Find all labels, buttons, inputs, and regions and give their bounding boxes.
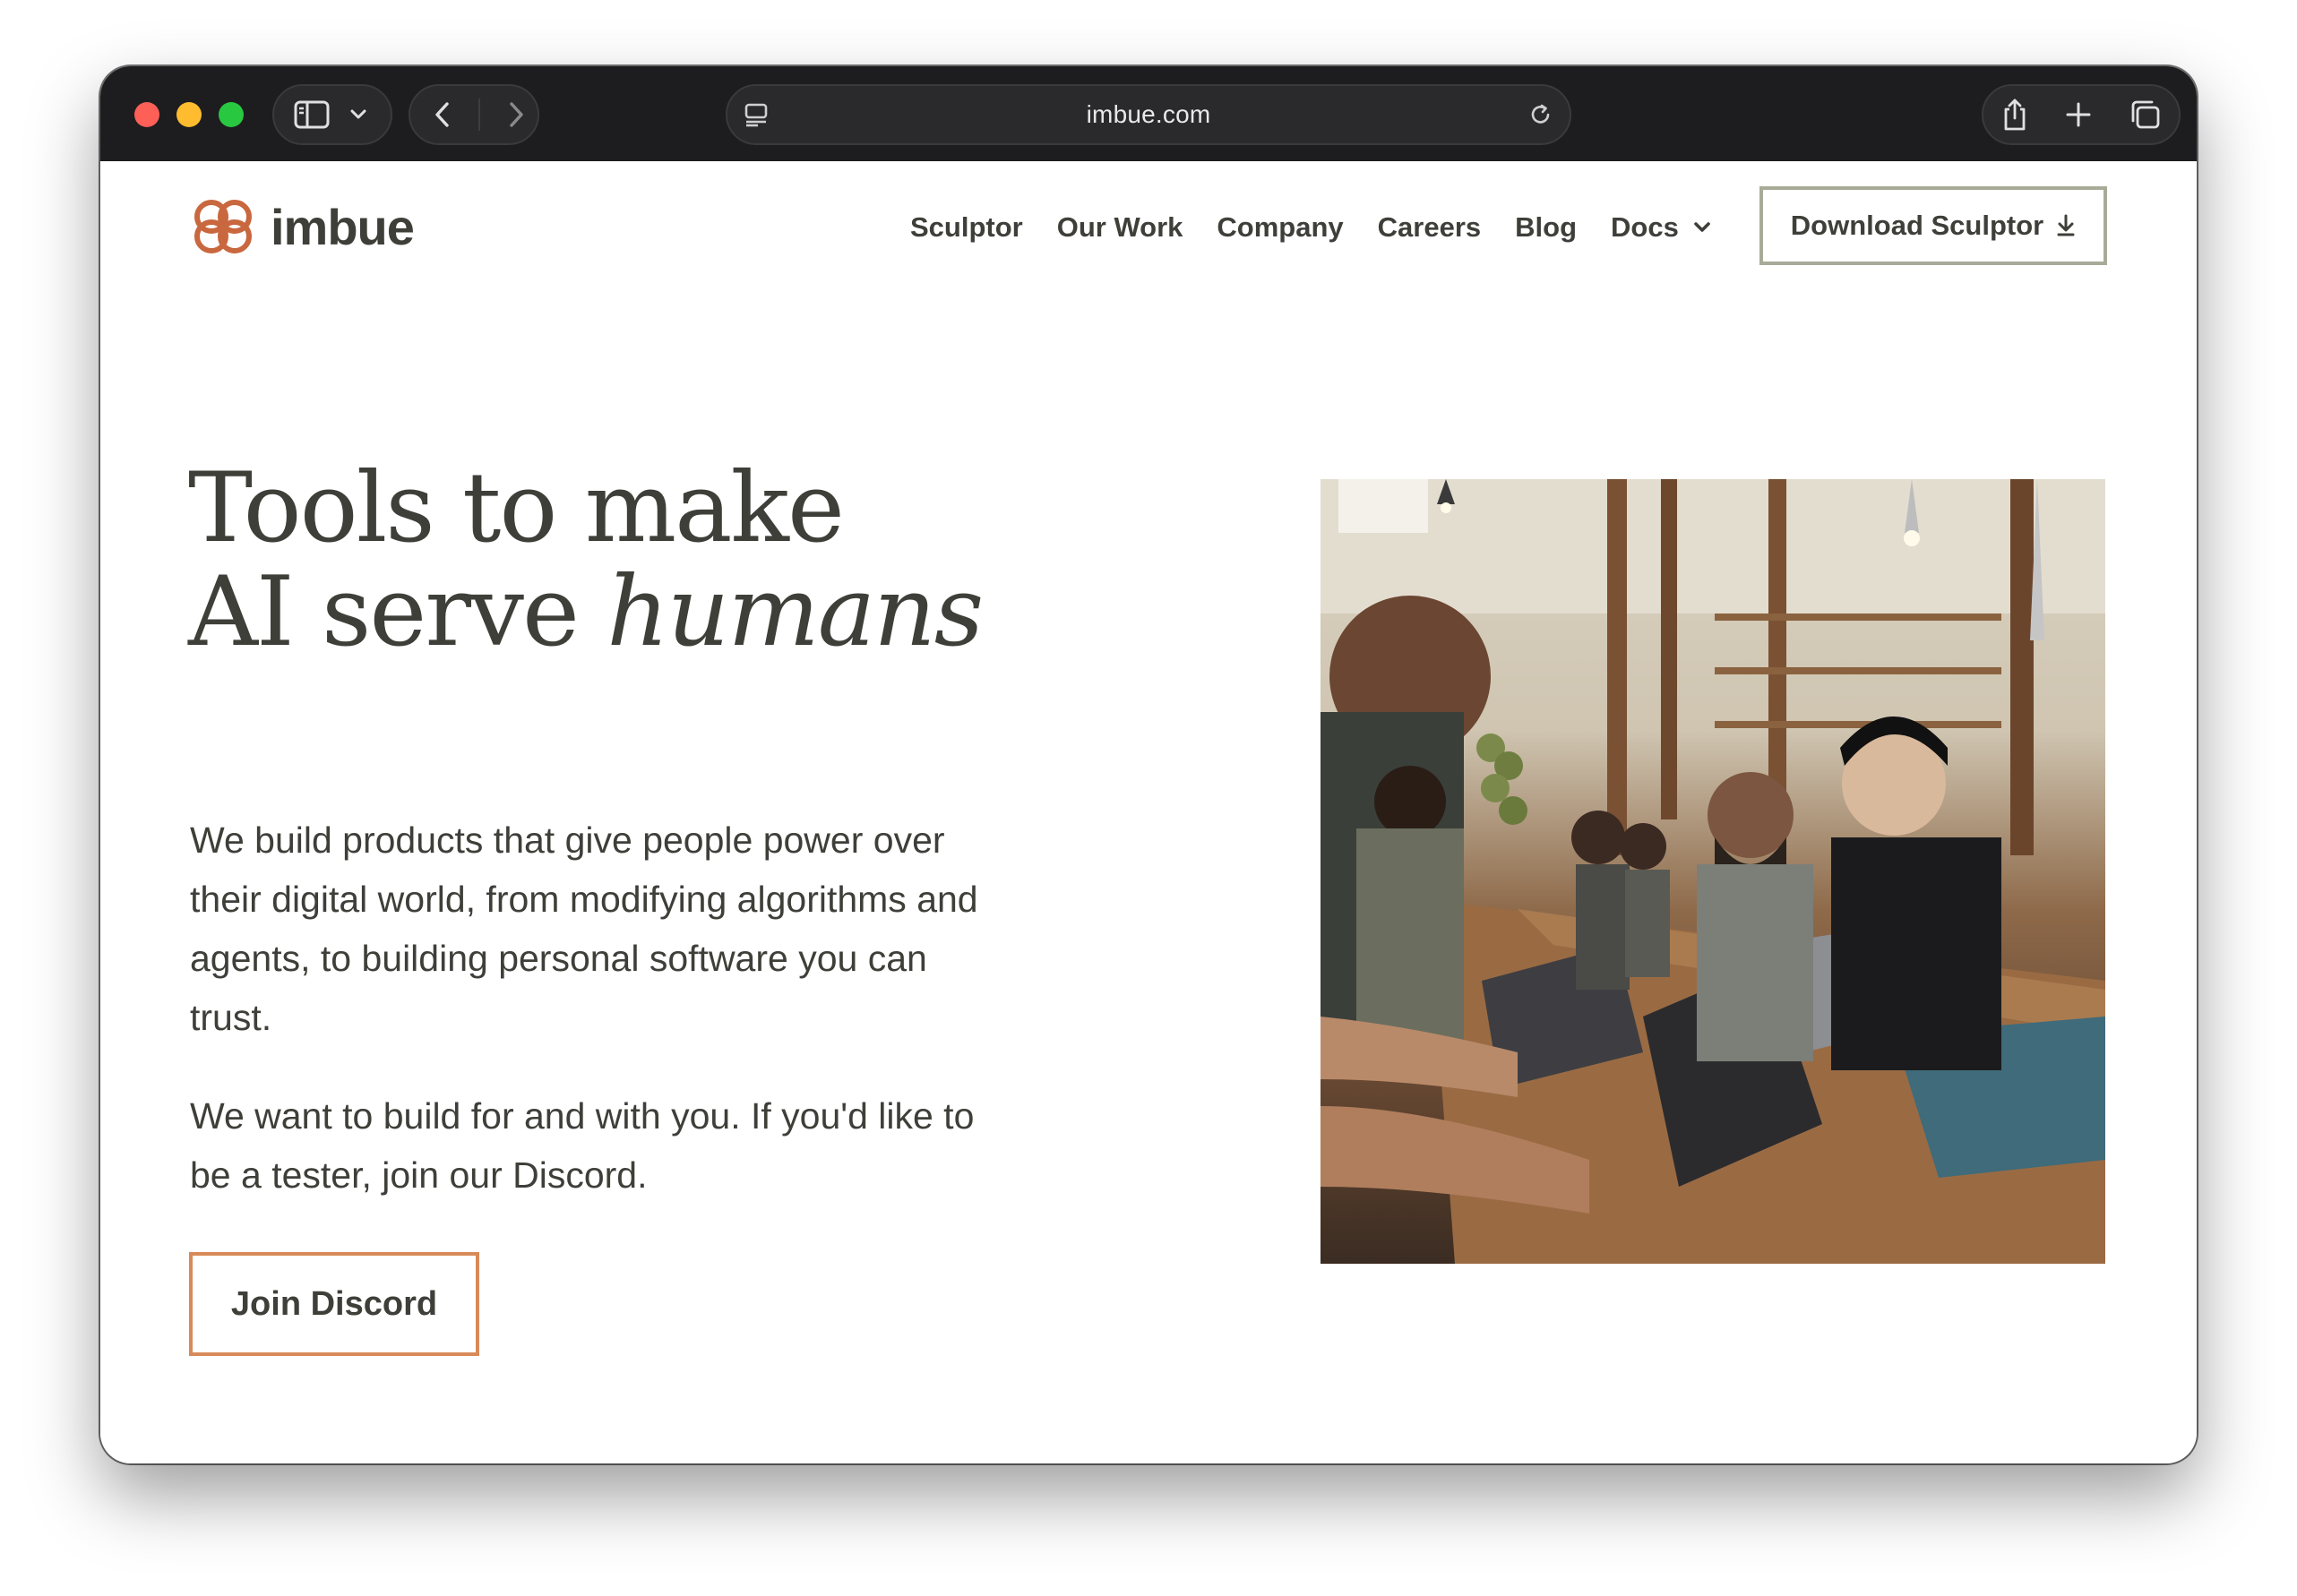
hero-paragraph-2: We want to build for and with you. If yo… xyxy=(190,1095,975,1196)
hero-title: Tools to make AI serve humans xyxy=(188,457,984,668)
join-discord-label: Join Discord xyxy=(230,1284,438,1323)
nav-divider xyxy=(478,99,480,131)
site-info-icon[interactable] xyxy=(744,102,769,127)
download-icon xyxy=(2057,214,2075,236)
address-bar[interactable]: imbue.com xyxy=(726,84,1571,145)
team-photo xyxy=(1321,479,2105,1264)
nav-link-docs[interactable]: Docs xyxy=(1611,211,1711,244)
zoom-window-button[interactable] xyxy=(219,102,244,127)
window-controls xyxy=(134,102,244,127)
brand-name: imbue xyxy=(271,198,415,255)
nav-link-blog[interactable]: Blog xyxy=(1515,211,1577,244)
nav-link-company[interactable]: Company xyxy=(1217,211,1343,244)
chevron-down-icon xyxy=(1694,222,1710,232)
history-nav-group xyxy=(409,84,539,145)
forward-arrow-icon[interactable] xyxy=(507,101,525,128)
hero-title-line2-italic: humans xyxy=(607,556,984,668)
sidebar-toggle-group xyxy=(272,84,392,145)
hero-title-line2-plain: AI serve xyxy=(188,556,607,668)
tab-overview-icon[interactable] xyxy=(2129,99,2161,130)
web-page: imbue Sculptor Our Work Company Careers … xyxy=(100,161,2197,1463)
main-nav: Sculptor Our Work Company Careers Blog D… xyxy=(910,211,1711,244)
sidebar-icon[interactable] xyxy=(294,100,330,129)
hero-title-line1: Tools to make xyxy=(188,452,845,564)
toolbar-actions xyxy=(1982,84,2181,145)
hero-paragraph-1: We build products that give people power… xyxy=(190,819,978,1038)
chevron-down-icon[interactable] xyxy=(349,108,367,121)
join-discord-button[interactable]: Join Discord xyxy=(189,1252,479,1356)
minimize-window-button[interactable] xyxy=(176,102,202,127)
share-icon[interactable] xyxy=(2001,98,2028,132)
browser-toolbar: imbue.com xyxy=(100,66,2197,161)
back-arrow-icon[interactable] xyxy=(434,101,452,128)
nav-link-sculptor[interactable]: Sculptor xyxy=(910,211,1023,244)
download-sculptor-button[interactable]: Download Sculptor xyxy=(1759,186,2107,265)
team-photo-illustration xyxy=(1321,479,2105,1264)
plus-icon[interactable] xyxy=(2065,101,2092,128)
download-sculptor-label: Download Sculptor xyxy=(1790,210,2044,241)
url-text: imbue.com xyxy=(1086,100,1211,128)
browser-window: imbue.com imbue Sculptor Our Work Compan… xyxy=(100,66,2197,1463)
nav-link-careers[interactable]: Careers xyxy=(1378,211,1481,244)
imbue-logo-icon xyxy=(194,200,252,253)
nav-docs-label: Docs xyxy=(1611,211,1679,243)
close-window-button[interactable] xyxy=(134,102,159,127)
site-logo[interactable]: imbue xyxy=(190,197,415,256)
reload-icon[interactable] xyxy=(1528,102,1553,127)
screen: imbue.com imbue Sculptor Our Work Compan… xyxy=(0,0,2297,1596)
nav-link-our-work[interactable]: Our Work xyxy=(1057,211,1183,244)
